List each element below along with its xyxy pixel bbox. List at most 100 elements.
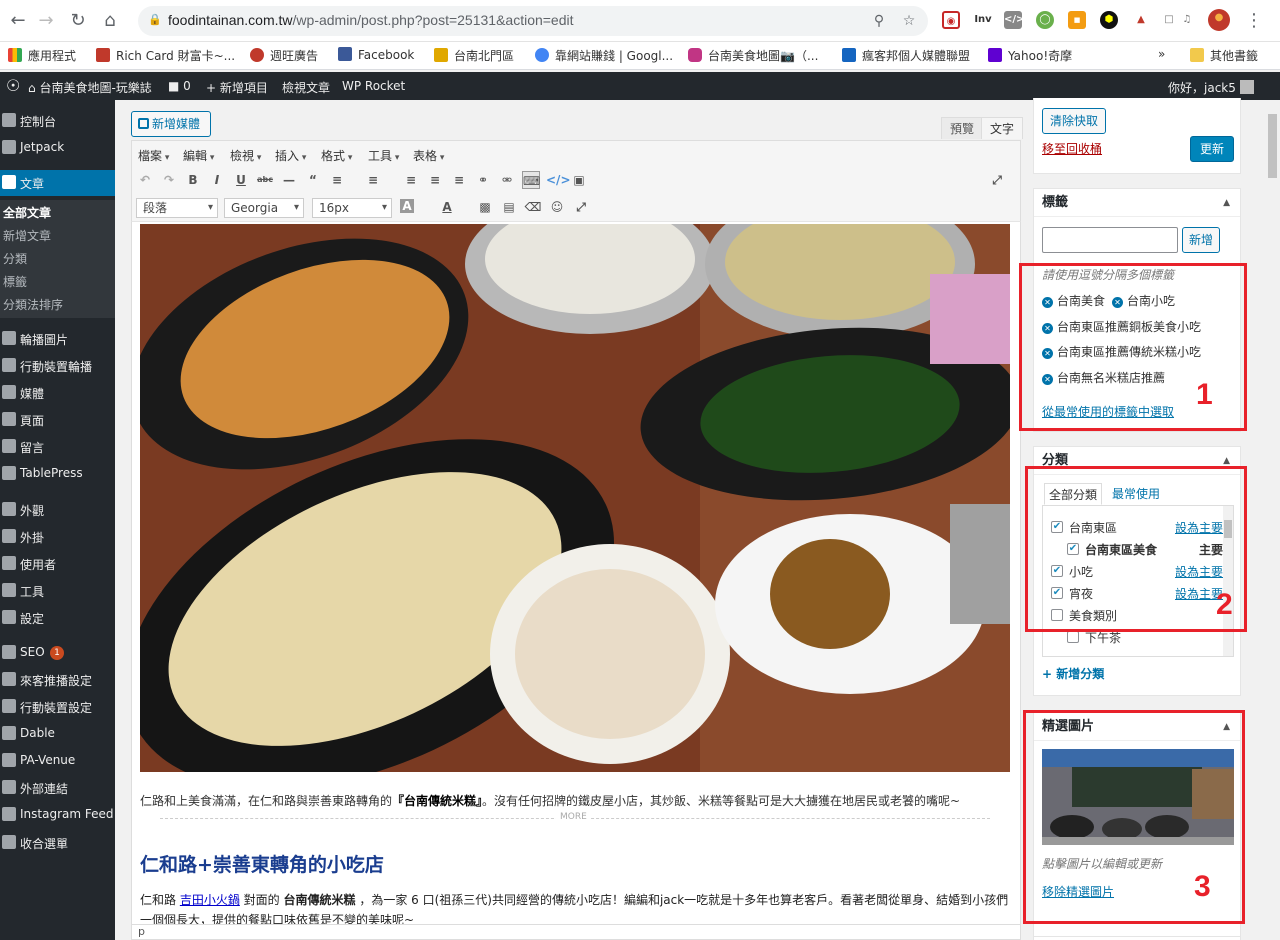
food-photo[interactable]: [140, 224, 1010, 772]
address-bar[interactable]: 🔒 foodintainan.com.tw/wp-admin/post.php?…: [138, 6, 928, 36]
align-left-icon[interactable]: ≡: [402, 171, 420, 189]
emoji-icon[interactable]: ☺: [548, 198, 566, 216]
menu-item[interactable]: 外掛: [0, 524, 115, 550]
align-right-icon[interactable]: ≡: [450, 171, 468, 189]
extension-hex-icon[interactable]: ⬢: [1100, 11, 1118, 29]
menu-item[interactable]: 控制台: [0, 108, 115, 134]
move-to-trash-link[interactable]: 移至回收桶: [1042, 140, 1102, 157]
menu-item[interactable]: 收合選單: [0, 830, 115, 856]
add-tag-button[interactable]: 新增: [1182, 227, 1220, 253]
bookmark-beimen[interactable]: 台南北門區: [434, 47, 514, 65]
fullscreen-icon[interactable]: ⤢: [988, 171, 1006, 189]
menu-item[interactable]: Jetpack: [0, 135, 115, 161]
extension-smart-icon[interactable]: ■: [1068, 11, 1086, 29]
add-category-link[interactable]: + 新增分類: [1042, 665, 1104, 682]
undo-icon[interactable]: ↶: [136, 171, 154, 189]
extension-inv-icon[interactable]: Inv: [970, 11, 996, 29]
menu-item[interactable]: 外部連結: [0, 775, 115, 801]
post-heading[interactable]: 仁和路+崇善東轉角的小吃店: [140, 850, 384, 877]
menu-item[interactable]: Instagram Feed: [0, 802, 115, 828]
forward-icon[interactable]: →: [34, 9, 58, 33]
bold-icon[interactable]: B: [184, 171, 202, 189]
bookmark-google[interactable]: 靠網站賺錢 | Googl...: [535, 47, 673, 65]
zoom-icon[interactable]: ⚲: [870, 12, 888, 30]
menu-item[interactable]: 文章: [0, 170, 115, 196]
menu-item[interactable]: 輪播圖片: [0, 326, 115, 352]
reload-icon[interactable]: ↻: [66, 9, 90, 33]
keyboard-icon[interactable]: ⌨: [522, 171, 540, 189]
menu-item[interactable]: 行動裝置輪播: [0, 353, 115, 379]
bookmark-yahoo[interactable]: Yahoo!奇摩: [988, 47, 1072, 65]
embed-icon[interactable]: ▣: [570, 171, 588, 189]
blockquote-icon[interactable]: “: [304, 171, 322, 189]
menu-tools[interactable]: 工具: [368, 147, 399, 164]
post-intro[interactable]: 仁路和上美食滿滿，在仁和路與崇善東路轉角的『台南傳統米糕』。沒有任何招牌的鐵皮屋…: [140, 792, 1010, 809]
insert-table-icon[interactable]: ▤: [500, 198, 518, 216]
font-select[interactable]: Georgia: [224, 198, 304, 218]
clear-cache-button[interactable]: 清除快取: [1042, 108, 1106, 134]
bookmark-other[interactable]: 其他書籤: [1190, 47, 1258, 65]
menu-item[interactable]: 行動裝置設定: [0, 694, 115, 720]
menu-format[interactable]: 格式: [321, 147, 352, 164]
menu-item[interactable]: Dable: [0, 721, 115, 747]
menu-item[interactable]: TablePress: [0, 461, 115, 487]
paste-icon[interactable]: ▩: [476, 198, 494, 216]
extension-circle-icon[interactable]: ◯: [1036, 11, 1054, 29]
admin-bar-wp-rocket[interactable]: WP Rocket: [342, 79, 405, 93]
home-icon[interactable]: ⌂: [98, 9, 122, 33]
unlink-icon[interactable]: ⚮: [498, 171, 516, 189]
special-chars-icon[interactable]: ⤢: [572, 198, 590, 216]
menu-item[interactable]: 使用者: [0, 551, 115, 577]
back-icon[interactable]: ←: [6, 9, 30, 33]
submenu-item[interactable]: 標籤: [3, 273, 27, 290]
bookmark-ads[interactable]: 週旺廣告: [250, 47, 318, 65]
submenu-item[interactable]: 全部文章: [3, 204, 51, 221]
star-icon[interactable]: ☆: [900, 12, 918, 30]
admin-bar-new[interactable]: + 新增項目: [206, 79, 268, 96]
menu-item[interactable]: 來客推播設定: [0, 667, 115, 693]
bookmark-apps[interactable]: 應用程式: [8, 47, 76, 65]
menu-table[interactable]: 表格: [413, 147, 444, 164]
restaurant-link[interactable]: 吉田小火鍋: [180, 893, 240, 907]
extension-code-icon[interactable]: </>: [1004, 11, 1024, 29]
menu-item[interactable]: 媒體: [0, 380, 115, 406]
url-text[interactable]: foodintainan.com.tw/wp-admin/post.php?po…: [168, 12, 574, 28]
add-media-button[interactable]: 新增媒體: [131, 111, 211, 137]
tab-text[interactable]: 文字: [981, 117, 1024, 139]
align-center-icon[interactable]: ≡: [426, 171, 444, 189]
menu-view[interactable]: 檢視: [230, 147, 261, 164]
submenu-item[interactable]: 分類: [3, 250, 27, 267]
bookmarks-overflow[interactable]: »: [1158, 47, 1165, 65]
extension-pocket-icon[interactable]: ◉: [942, 11, 960, 29]
menu-item[interactable]: 設定: [0, 605, 115, 631]
code-icon[interactable]: </>: [546, 171, 571, 189]
background-color-icon[interactable]: A: [438, 198, 456, 216]
menu-item[interactable]: 工具: [0, 578, 115, 604]
post-paragraph[interactable]: 仁和路 吉田小火鍋 對面的 台南傳統米糕 ，為一家 6 口(祖孫三代)共同經營的…: [140, 890, 1010, 924]
admin-bar-site[interactable]: ⌂ 台南美食地圖-玩樂誌: [28, 79, 152, 96]
category-checkbox[interactable]: [1067, 631, 1079, 643]
text-color-icon[interactable]: A: [400, 199, 414, 213]
menu-item[interactable]: 留言: [0, 434, 115, 460]
extension-pdf-icon[interactable]: ▲: [1132, 11, 1150, 29]
tab-visual[interactable]: 預覽: [941, 117, 984, 139]
clear-format-icon[interactable]: ⌫: [524, 198, 542, 216]
menu-insert[interactable]: 插入: [275, 147, 306, 164]
italic-icon[interactable]: I: [208, 171, 226, 189]
window-scrollbar-thumb[interactable]: [1268, 114, 1277, 178]
admin-bar-comments[interactable]: ■ 0: [168, 79, 191, 93]
menu-item[interactable]: SEO 1: [0, 640, 115, 666]
bookmark-fankebang[interactable]: 瘋客邦個人媒體聯盟: [842, 47, 970, 65]
horizontal-line-icon[interactable]: —: [280, 171, 298, 189]
tags-box-header[interactable]: 標籤 ▲: [1034, 189, 1240, 217]
editor-content[interactable]: 仁路和上美食滿滿，在仁和路與崇善東路轉角的『台南傳統米糕』。沒有任何招牌的鐵皮屋…: [131, 222, 1021, 924]
menu-edit[interactable]: 編輯: [183, 147, 214, 164]
admin-bar-account[interactable]: 你好，jack5: [1168, 79, 1254, 96]
submenu-item[interactable]: 新增文章: [3, 227, 51, 244]
strikethrough-icon[interactable]: abc: [256, 171, 274, 189]
tag-input[interactable]: [1042, 227, 1178, 253]
profile-avatar[interactable]: ●: [1208, 9, 1230, 31]
media-control-icon[interactable]: ♫: [1178, 11, 1196, 29]
update-button[interactable]: 更新: [1190, 136, 1234, 162]
menu-item[interactable]: 外觀: [0, 497, 115, 523]
